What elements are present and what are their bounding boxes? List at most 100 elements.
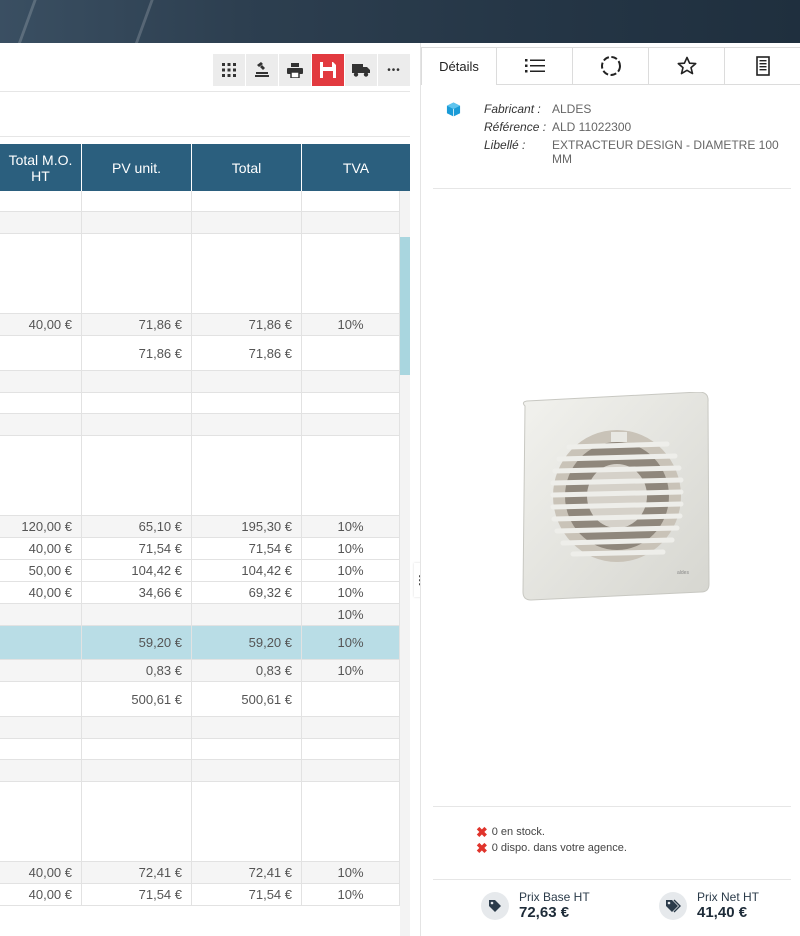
cell-tva xyxy=(302,191,400,211)
truck-icon xyxy=(352,64,370,77)
cell-tva: 10% xyxy=(302,604,400,625)
column-header-total-mo[interactable]: Total M.O. HT xyxy=(0,144,82,191)
column-header-tva[interactable]: TVA xyxy=(302,144,410,191)
cell-pv-unit xyxy=(82,191,192,211)
cell-total-mo: 120,00 € xyxy=(0,516,82,537)
table-row[interactable]: 0,83 €0,83 €10% xyxy=(0,660,400,682)
cell-pv-unit: 72,41 € xyxy=(82,862,192,883)
cell-total-mo xyxy=(0,371,82,392)
cell-pv-unit xyxy=(82,371,192,392)
cell-pv-unit: 71,86 € xyxy=(82,336,192,370)
table-row[interactable]: 500,61 €500,61 € xyxy=(0,682,400,717)
cell-total-mo xyxy=(0,212,82,233)
cell-pv-unit xyxy=(82,212,192,233)
cell-tva xyxy=(302,760,400,781)
table-row[interactable]: 50,00 €104,42 €104,42 €10% xyxy=(0,560,400,582)
cell-tva xyxy=(302,414,400,435)
table-row[interactable]: 120,00 €65,10 €195,30 €10% xyxy=(0,516,400,538)
cell-total-mo: 50,00 € xyxy=(0,560,82,581)
cell-tva: 10% xyxy=(302,516,400,537)
cell-total-mo xyxy=(0,760,82,781)
price-base: Prix Base HT 72,63 € xyxy=(481,890,590,921)
table-row[interactable] xyxy=(0,191,400,212)
cell-total-mo xyxy=(0,393,82,413)
cell-pv-unit xyxy=(82,234,192,313)
column-header-pv-unit[interactable]: PV unit. xyxy=(82,144,192,191)
cell-total-mo: 40,00 € xyxy=(0,582,82,603)
cell-total-mo xyxy=(0,604,82,625)
tab-variants[interactable] xyxy=(573,47,649,85)
cell-total: 71,86 € xyxy=(192,336,302,370)
table-row[interactable] xyxy=(0,212,400,234)
table-row[interactable] xyxy=(0,234,400,314)
tab-details-label: Détails xyxy=(439,59,479,74)
stock-line-agency: ✖ 0 dispo. dans votre agence. xyxy=(476,841,627,855)
table-row[interactable]: 40,00 €71,86 €71,86 €10% xyxy=(0,314,400,336)
divider xyxy=(0,136,410,137)
table-row[interactable]: 40,00 €71,54 €71,54 €10% xyxy=(0,884,400,906)
table-row[interactable] xyxy=(0,739,400,760)
price-base-label: Prix Base HT xyxy=(519,890,590,904)
table-row[interactable] xyxy=(0,371,400,393)
cell-tva xyxy=(302,782,400,861)
cell-pv-unit: 59,20 € xyxy=(82,626,192,659)
cell-total: 195,30 € xyxy=(192,516,302,537)
grid-button[interactable] xyxy=(213,54,246,86)
cell-pv-unit: 71,54 € xyxy=(82,538,192,559)
reference-value: ALD 11022300 xyxy=(552,120,632,134)
tab-favorites[interactable] xyxy=(649,47,725,85)
stamp-button[interactable] xyxy=(246,54,279,86)
table-row[interactable] xyxy=(0,436,400,516)
table-row[interactable]: 10% xyxy=(0,604,400,626)
stamp-icon xyxy=(255,62,269,77)
toolbar: ••• xyxy=(213,54,411,86)
tag-icon xyxy=(481,891,509,920)
cell-total-mo: 40,00 € xyxy=(0,862,82,883)
table-row[interactable] xyxy=(0,760,400,782)
tab-list[interactable] xyxy=(497,47,573,85)
scrollbar-thumb[interactable] xyxy=(400,237,410,375)
save-button[interactable] xyxy=(312,54,345,86)
cell-total: 69,32 € xyxy=(192,582,302,603)
price-net-label: Prix Net HT xyxy=(697,890,760,904)
cell-tva xyxy=(302,371,400,392)
divider xyxy=(433,806,791,807)
table-row[interactable]: 40,00 €71,54 €71,54 €10% xyxy=(0,538,400,560)
table-row[interactable] xyxy=(0,782,400,862)
column-header-total[interactable]: Total xyxy=(192,144,302,191)
cell-total xyxy=(192,782,302,861)
delivery-button[interactable] xyxy=(345,54,378,86)
divider xyxy=(0,91,410,92)
cell-pv-unit xyxy=(82,739,192,759)
cell-pv-unit: 104,42 € xyxy=(82,560,192,581)
cell-total xyxy=(192,393,302,413)
table-row[interactable] xyxy=(0,393,400,414)
table-header: Total M.O. HT PV unit. Total TVA xyxy=(0,144,410,191)
table-row[interactable]: 59,20 €59,20 €10% xyxy=(0,626,400,660)
table-row[interactable]: 71,86 €71,86 € xyxy=(0,336,400,371)
more-button[interactable]: ••• xyxy=(378,54,411,86)
table-row[interactable] xyxy=(0,717,400,739)
cell-tva xyxy=(302,436,400,515)
print-button[interactable] xyxy=(279,54,312,86)
table-row[interactable]: 40,00 €72,41 €72,41 €10% xyxy=(0,862,400,884)
table-body: 40,00 €71,86 €71,86 €10% 71,86 €71,86 €12… xyxy=(0,191,400,906)
cell-tva xyxy=(302,234,400,313)
cell-pv-unit xyxy=(82,760,192,781)
fabricant-label: Fabricant : xyxy=(484,102,541,116)
cell-total xyxy=(192,436,302,515)
table-row[interactable] xyxy=(0,414,400,436)
divider xyxy=(433,879,791,880)
detail-row-fabricant: Fabricant : ALDES xyxy=(484,102,782,116)
tab-details[interactable]: Détails xyxy=(421,47,497,85)
panel-tabs: Détails xyxy=(421,47,800,85)
grid-icon xyxy=(222,63,236,77)
more-icon: ••• xyxy=(387,64,401,76)
tab-document[interactable] xyxy=(725,47,800,85)
cell-total: 71,86 € xyxy=(192,314,302,335)
cell-tva xyxy=(302,739,400,759)
cell-total-mo: 40,00 € xyxy=(0,884,82,905)
table-row[interactable]: 40,00 €34,66 €69,32 €10% xyxy=(0,582,400,604)
agency-stock-text: 0 dispo. dans votre agence. xyxy=(491,842,627,854)
cell-total xyxy=(192,760,302,781)
